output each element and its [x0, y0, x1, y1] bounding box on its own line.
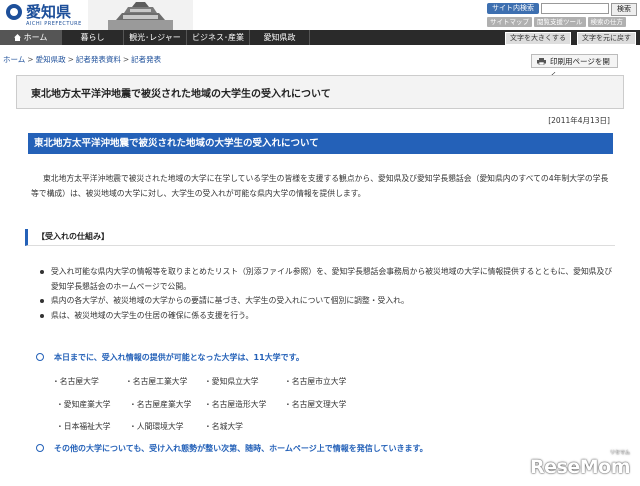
- breadcrumb: ホーム > 愛知県政 > 記者発表資料 > 記者発表: [3, 54, 161, 65]
- watermark-main: ReseMom: [530, 456, 630, 478]
- print-page-button[interactable]: 印刷用ページを開く: [531, 54, 618, 80]
- breadcrumb-government[interactable]: 愛知県政: [36, 55, 66, 64]
- circle-bullet-icon: [36, 353, 44, 361]
- nav-government[interactable]: 愛知県政: [250, 30, 310, 45]
- other-universities-note: その他の大学についても、受け入れ態勢が整い次第、随時、ホームページ上で情報を発信…: [36, 443, 428, 454]
- university-item: ・名古屋大学: [52, 377, 99, 386]
- university-item: ・名古屋産業大学: [129, 400, 192, 409]
- nav-home[interactable]: ホーム: [0, 30, 62, 45]
- logo-text: 愛知県: [26, 2, 72, 21]
- breadcrumb-separator: >: [27, 55, 34, 64]
- nav-business[interactable]: ビジネス･産業: [187, 30, 250, 45]
- circle-bullet-icon: [36, 444, 44, 452]
- list-item: 受入れ可能な県内大学の情報等を取りまとめたリスト（別添ファイル参照）を、愛知学長…: [38, 265, 618, 294]
- breadcrumb-press-release[interactable]: 記者発表: [131, 55, 161, 64]
- sitemap-link[interactable]: サイトマップ: [487, 17, 532, 27]
- home-icon: [13, 34, 21, 41]
- page-title: 東北地方太平洋沖地震で被災された地域の大学生の受入れについて: [31, 89, 331, 100]
- prefecture-emblem-icon: [6, 4, 22, 20]
- search-help-link[interactable]: 検索の仕方: [587, 17, 626, 27]
- university-item: ・名古屋工業大学: [125, 377, 188, 386]
- search-button[interactable]: 検索: [611, 3, 637, 16]
- breadcrumb-separator: >: [122, 55, 130, 64]
- text-larger-button[interactable]: 文字を大きくする: [505, 32, 571, 45]
- university-item: ・日本福祉大学: [56, 422, 111, 431]
- university-item: ・人間環境大学: [129, 422, 184, 431]
- nav-home-label: ホーム: [23, 33, 48, 42]
- university-item: ・名城大学: [204, 422, 243, 431]
- castle-illustration: [88, 0, 193, 30]
- accepting-universities-text: 本日までに、受入れ情報の提供が可能となった大学は、11大学です。: [54, 353, 304, 362]
- printer-icon: [537, 58, 546, 65]
- publish-date: [2011年4月13日]: [548, 116, 610, 125]
- breadcrumb-press-materials[interactable]: 記者発表資料: [76, 55, 121, 64]
- search-label: サイト内検索: [487, 3, 539, 14]
- resemom-watermark-logo: リセマム ReseMom: [530, 450, 630, 478]
- section-title: 東北地方太平洋沖地震で被災された地域の大学生の受入れについて: [28, 133, 613, 154]
- list-item: 県内の各大学が、被災地域の大学からの要請に基づき、大学生の受入れについて個別に調…: [38, 294, 618, 309]
- other-universities-text: その他の大学についても、受け入れ態勢が整い次第、随時、ホームページ上で情報を発信…: [54, 444, 428, 453]
- list-item: 県は、被災地域の大学生の住居の確保に係る支援を行う。: [38, 309, 618, 324]
- breadcrumb-home[interactable]: ホーム: [3, 55, 25, 64]
- breadcrumb-separator: >: [67, 55, 74, 64]
- site-logo[interactable]: 愛知県: [6, 4, 71, 20]
- university-item: ・名古屋造形大学: [204, 400, 267, 409]
- accepting-universities-note: 本日までに、受入れ情報の提供が可能となった大学は、11大学です。: [36, 352, 304, 363]
- subheading-mechanism: 【受入れの仕組み】: [25, 229, 615, 246]
- nav-living[interactable]: 暮らし: [62, 30, 124, 45]
- mechanism-list: 受入れ可能な県内大学の情報等を取りまとめたリスト（別添ファイル参照）を、愛知学長…: [38, 265, 618, 323]
- page-title-box: 東北地方太平洋沖地震で被災された地域の大学生の受入れについて: [16, 75, 624, 109]
- intro-paragraph: 東北地方太平洋沖地震で被災された地域の大学に在学している学生の皆様を支援する観点…: [31, 174, 609, 198]
- university-item: ・名古屋文理大学: [284, 400, 347, 409]
- university-item: ・愛知県立大学: [204, 377, 259, 386]
- search-input[interactable]: [541, 3, 609, 14]
- text-reset-button[interactable]: 文字を元に戻す: [577, 32, 636, 45]
- nav-tourism[interactable]: 観光･レジャー: [124, 30, 187, 45]
- university-item: ・愛知産業大学: [56, 400, 111, 409]
- logo-subtitle: AICHI PREFECTURE: [26, 21, 82, 27]
- global-nav: ホーム 暮らし 観光･レジャー ビジネス･産業 愛知県政 文字を大きくする 文字…: [0, 30, 640, 45]
- watermark-sub: リセマム: [609, 450, 630, 456]
- university-item: ・名古屋市立大学: [284, 377, 347, 386]
- utility-links: サイトマップ 閲覧支援ツール 検索の仕方: [487, 17, 637, 27]
- accessibility-tools-link[interactable]: 閲覧支援ツール: [534, 17, 586, 27]
- site-header: 愛知県 AICHI PREFECTURE サイト内検索 検索 サイトマップ 閲覧…: [0, 0, 640, 30]
- text-size-controls: 文字を大きくする 文字を元に戻す: [505, 32, 636, 45]
